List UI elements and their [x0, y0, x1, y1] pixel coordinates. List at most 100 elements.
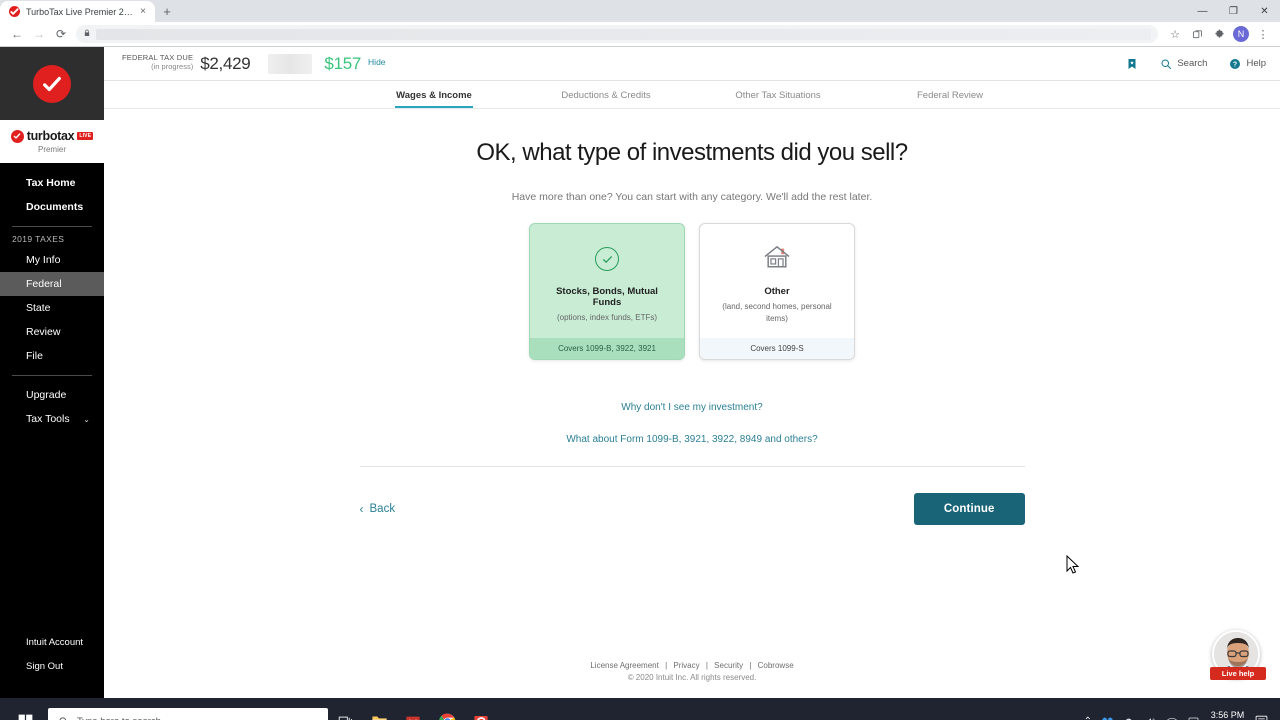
back-button-label: Back — [369, 503, 396, 516]
sidebar-item-tax-tools[interactable]: Tax Tools ⌄ — [0, 407, 104, 431]
close-window-icon[interactable]: ✕ — [1249, 0, 1280, 22]
footer-link-cobrowse[interactable]: Cobrowse — [758, 661, 794, 670]
footer-link-security[interactable]: Security — [714, 661, 743, 670]
bookmark-star-icon[interactable]: ☆ — [1164, 23, 1186, 45]
footer-link-privacy[interactable]: Privacy — [673, 661, 699, 670]
brand-live-badge: LIVE — [77, 132, 94, 140]
state-label-redacted — [268, 53, 313, 74]
volume-icon[interactable] — [1145, 716, 1156, 720]
footer-copyright: © 2020 Intuit Inc. All rights reserved. — [627, 673, 757, 682]
onedrive-cloud-icon[interactable] — [1123, 717, 1135, 720]
page-subtitle: Have more than one? You can start with a… — [511, 191, 873, 203]
sidebar-item-intuit-account[interactable]: Intuit Account — [0, 630, 104, 654]
federal-tax-due-status: (in progress) — [151, 62, 194, 71]
sidebar-item-documents[interactable]: Documents — [0, 195, 104, 219]
search-button[interactable]: Search — [1160, 58, 1207, 70]
rdp-icon[interactable] — [396, 698, 430, 720]
option-card-covers: Covers 1099-B, 3922, 3921 — [530, 338, 684, 360]
federal-tax-due-block: FEDERAL TAX DUE (in progress) $2,429 — [122, 53, 251, 74]
clock-time: 3:56 PM — [1210, 710, 1245, 720]
main-area: FEDERAL TAX DUE (in progress) $2,429 $15… — [104, 47, 1280, 698]
page-footer: License Agreement | Privacy | Security |… — [104, 661, 1280, 682]
continue-button[interactable]: Continue — [913, 493, 1025, 526]
bookmark-flag-icon[interactable] — [1126, 58, 1138, 70]
minimize-icon[interactable]: — — [1187, 0, 1218, 22]
tab-deductions-and-credits[interactable]: Deductions & Credits — [520, 81, 692, 108]
file-explorer-icon[interactable] — [362, 698, 396, 720]
maximize-icon[interactable]: ❐ — [1218, 0, 1249, 22]
notification-center-icon[interactable]: 2 — [1255, 714, 1268, 720]
footer-separator: | — [749, 661, 752, 670]
browser-tab[interactable]: TurboTax Live Premier 2019 × — [0, 1, 155, 22]
option-card-covers: Covers 1099-S — [700, 338, 854, 360]
sidebar-item-upgrade[interactable]: Upgrade — [0, 383, 104, 407]
investment-type-options: Stocks, Bonds, Mutual Funds (options, in… — [360, 223, 1025, 361]
help-button[interactable]: ? Help — [1229, 58, 1266, 70]
sidebar-item-my-info[interactable]: My Info — [0, 248, 104, 272]
task-view-icon[interactable] — [328, 698, 362, 720]
option-card-description: (land, second homes, personal items) — [722, 302, 832, 323]
back-button[interactable]: ‹ Back — [360, 502, 396, 516]
footer-separator: | — [705, 661, 708, 670]
address-bar[interactable] — [76, 25, 1158, 43]
tab-other-tax-situations[interactable]: Other Tax Situations — [692, 81, 864, 108]
chrome-icon[interactable] — [430, 698, 464, 720]
reload-icon[interactable]: ⟳ — [50, 23, 72, 45]
option-card-title: Other — [764, 286, 790, 297]
sidebar-item-tax-home[interactable]: Tax Home — [0, 171, 104, 195]
sidebar-item-review[interactable]: Review — [0, 320, 104, 344]
address-bar-url-redacted — [96, 28, 1151, 40]
display-settings-icon[interactable] — [1188, 716, 1200, 720]
new-tab-button[interactable]: + — [155, 1, 179, 22]
option-card-stocks-bonds-mutual-funds[interactable]: Stocks, Bonds, Mutual Funds (options, in… — [529, 223, 685, 361]
sidebar-section-label: 2019 TAXES — [12, 234, 65, 244]
search-label: Search — [1177, 58, 1208, 69]
browser-tab-strip: TurboTax Live Premier 2019 × + — ❐ ✕ — [0, 0, 1280, 22]
help-link-why-dont-i-see[interactable]: Why don't I see my investment? — [360, 402, 1025, 413]
browser-toolbar: ← → ⟳ ☆ N ⋮ — [0, 22, 1280, 46]
chevron-left-icon: ‹ — [359, 502, 364, 517]
header-actions: Search ? Help — [1126, 58, 1266, 70]
sidebar-item-sign-out[interactable]: Sign Out — [0, 654, 104, 678]
extensions-puzzle-icon[interactable] — [1208, 23, 1230, 45]
tax-summary-header: FEDERAL TAX DUE (in progress) $2,429 $15… — [104, 47, 1280, 81]
wifi-icon[interactable] — [1166, 716, 1178, 720]
sidebar-item-file[interactable]: File — [0, 344, 104, 368]
sidebar-item-federal[interactable]: Federal — [0, 272, 104, 296]
lock-icon — [83, 29, 91, 39]
footer-link-license-agreement[interactable]: License Agreement — [590, 661, 659, 670]
forward-navigation-icon[interactable]: → — [28, 23, 50, 45]
brand-check-icon — [10, 129, 24, 143]
content-region: OK, what type of investments did you sel… — [104, 109, 1280, 698]
house-icon — [762, 244, 792, 275]
option-card-description: (options, index funds, ETFs) — [556, 313, 658, 322]
camtasia-icon[interactable] — [464, 698, 498, 720]
tray-expand-chevron-icon[interactable]: ⌃ — [1084, 716, 1092, 720]
hide-amounts-link[interactable]: Hide — [368, 57, 385, 70]
section-tabs: Wages & Income Deductions & Credits Othe… — [104, 81, 1280, 109]
windows-taskbar: Type here to search ⌃ 3:56 PM 7/ — [0, 698, 1280, 720]
federal-tax-due-label: FEDERAL TAX DUE — [122, 53, 194, 62]
taskbar-search-input[interactable]: Type here to search — [48, 707, 328, 720]
help-label: Help — [1246, 58, 1266, 69]
live-help-widget[interactable]: Live help — [1210, 630, 1266, 680]
extension-tab-icon[interactable] — [1186, 23, 1208, 45]
profile-avatar[interactable]: N — [1233, 26, 1249, 42]
sidebar-brand: turbotax LIVE Premier — [0, 120, 104, 163]
help-links: Why don't I see my investment? What abou… — [360, 402, 1025, 445]
sidebar-item-state[interactable]: State — [0, 296, 104, 320]
chrome-menu-icon[interactable]: ⋮ — [1252, 23, 1274, 45]
taskbar-clock[interactable]: 3:56 PM 7/8/2020 — [1210, 709, 1245, 720]
sidebar-navigation: Tax Home Documents 2019 TAXES My Info Fe… — [0, 163, 104, 630]
tab-federal-review[interactable]: Federal Review — [864, 81, 1036, 108]
help-link-what-about-forms[interactable]: What about Form 1099-B, 3921, 3922, 8949… — [360, 434, 1025, 445]
option-card-title: Stocks, Bonds, Mutual Funds — [556, 286, 658, 308]
app-root: turbotax LIVE Premier Tax Home Documents… — [0, 47, 1280, 698]
tab-close-icon[interactable]: × — [137, 6, 149, 17]
sidebar: turbotax LIVE Premier Tax Home Documents… — [0, 47, 104, 698]
start-button-icon[interactable] — [4, 698, 46, 720]
dropbox-icon[interactable] — [1101, 716, 1113, 720]
tab-wages-and-income[interactable]: Wages & Income — [348, 81, 520, 108]
back-navigation-icon[interactable]: ← — [6, 23, 28, 45]
option-card-other[interactable]: Other (land, second homes, personal item… — [699, 223, 855, 361]
